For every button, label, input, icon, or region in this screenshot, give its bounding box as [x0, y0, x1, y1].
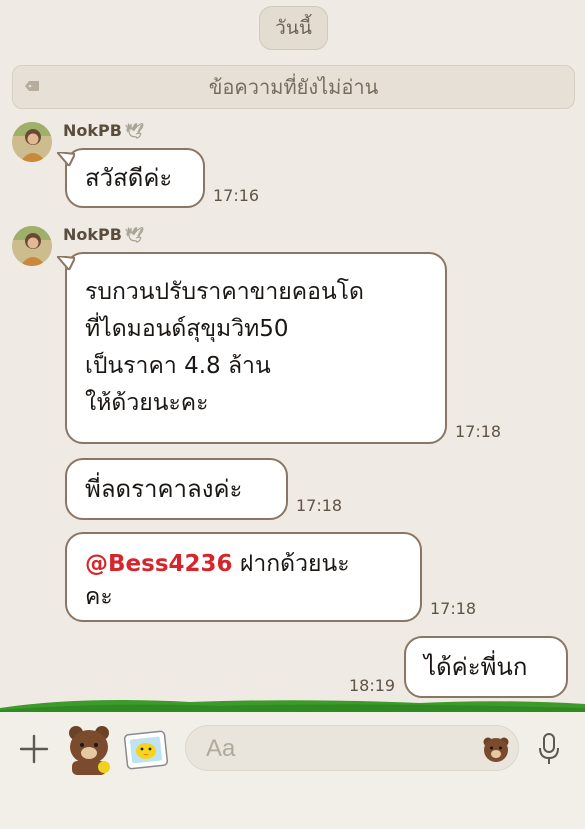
tag-icon [25, 81, 39, 91]
message-time: 17:18 [296, 496, 343, 515]
photo-sticker-icon[interactable] [124, 730, 168, 770]
message-input-box[interactable] [185, 725, 519, 771]
message-bubble[interactable]: สวัสดีค่ะ [57, 148, 205, 208]
avatar[interactable] [12, 226, 52, 266]
message-text: สวัสดีค่ะ [85, 164, 173, 192]
message-bubble[interactable]: รบกวนปรับราคาขายคอนโด ที่ไดมอนด์สุขุมวิท… [57, 252, 447, 444]
message-time: 17:18 [455, 422, 502, 441]
message-time: 18:19 [349, 676, 396, 695]
date-divider-label: วันนี้ [275, 17, 312, 39]
message-time: 17:16 [213, 186, 260, 205]
dove-icon: 🕊 [124, 225, 144, 244]
dove-icon: 🕊 [124, 121, 144, 140]
user-mention[interactable]: @Bess4236 [85, 551, 233, 577]
message-line: เป็นราคา 4.8 ล้าน [85, 353, 271, 379]
avatar[interactable] [12, 122, 52, 162]
unread-divider: ข้อความที่ยังไม่อ่าน [12, 65, 575, 109]
plus-icon[interactable] [19, 734, 49, 764]
message-line: คะ [85, 584, 113, 610]
message-input[interactable] [204, 734, 458, 764]
bear-emoji-icon[interactable] [482, 735, 510, 763]
message-text: พี่ลดราคาลงค่ะ [85, 475, 243, 503]
message-bubble[interactable]: @Bess4236 ฝากด้วยนะ คะ [65, 532, 422, 622]
sender-name-label: NokPB [63, 121, 122, 140]
microphone-icon[interactable] [537, 732, 561, 766]
sender-name: NokPB 🕊 [63, 225, 144, 244]
message-line: @Bess4236 ฝากด้วยนะ [85, 548, 402, 581]
message-text: ฝากด้วยนะ [232, 551, 350, 577]
message-text: ได้ค่ะพี่นก [424, 653, 528, 681]
bubble-tail [57, 256, 75, 270]
message-bubble[interactable]: พี่ลดราคาลงค่ะ [65, 458, 288, 520]
unread-divider-label: ข้อความที่ยังไม่อ่าน [208, 75, 379, 99]
message-line: ให้ด้วยนะคะ [85, 390, 209, 416]
message-line: รบกวนปรับราคาขายคอนโด [85, 279, 364, 305]
message-line: ที่ไดมอนด์สุขุมวิท50 [85, 316, 289, 342]
message-time: 17:18 [430, 599, 477, 618]
sender-name: NokPB 🕊 [63, 121, 144, 140]
bubble-tail [57, 152, 75, 166]
date-divider: วันนี้ [259, 6, 328, 50]
outgoing-message-bubble[interactable]: ได้ค่ะพี่นก [404, 636, 568, 698]
brown-bear-sticker-icon[interactable] [64, 723, 114, 775]
sender-name-label: NokPB [63, 225, 122, 244]
